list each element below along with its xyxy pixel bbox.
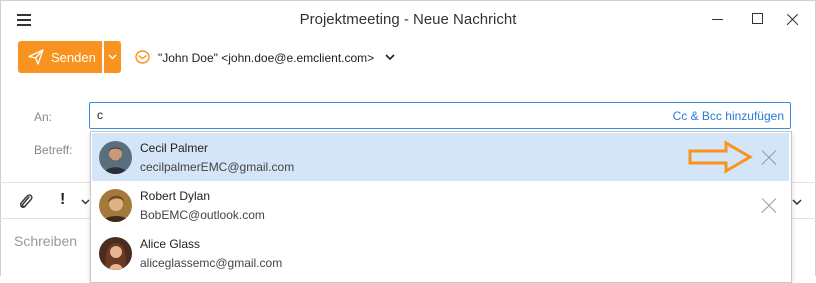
subject-label: Betreff: (34, 143, 73, 157)
suggestion-email: BobEMC@outlook.com (140, 208, 265, 222)
paperclip-icon[interactable] (18, 192, 34, 210)
remove-suggestion-icon[interactable] (759, 196, 779, 216)
chevron-down-icon (108, 54, 117, 60)
avatar (99, 141, 132, 174)
importance-chevron-icon[interactable] (81, 199, 90, 205)
send-button[interactable]: Senden (18, 41, 102, 73)
suggestion-name: Robert Dylan (140, 189, 211, 203)
to-field[interactable]: Cc & Bcc hinzufügen (89, 102, 791, 129)
title-bar: Projektmeeting - Neue Nachricht (0, 0, 816, 38)
minimize-icon[interactable] (700, 6, 734, 32)
suggestion-name: Alice Glass (140, 237, 201, 251)
suggestion-item[interactable]: Cecil Palmer cecilpalmerEMC@gmail.com (92, 133, 789, 181)
paper-plane-icon (28, 49, 44, 65)
suggestion-email: aliceglassemc@gmail.com (140, 256, 283, 270)
close-icon[interactable] (775, 6, 809, 32)
avatar (99, 189, 132, 222)
account-icon (135, 50, 150, 64)
importance-button[interactable]: ! (60, 191, 65, 209)
maximize-icon[interactable] (740, 6, 774, 32)
avatar (99, 237, 132, 270)
message-body-placeholder[interactable]: Schreiben (14, 233, 77, 249)
remove-suggestion-icon[interactable] (759, 148, 779, 168)
suggestion-name: Cecil Palmer (140, 141, 209, 155)
suggestion-item[interactable]: Robert Dylan BobEMC@outlook.com (92, 181, 789, 229)
orange-arrow-icon (688, 140, 753, 174)
window-title: Projektmeeting - Neue Nachricht (299, 11, 517, 28)
send-label: Senden (51, 50, 96, 65)
from-account[interactable]: "John Doe" <john.doe@e.emclient.com> (158, 51, 374, 65)
recipient-autocomplete: Cecil Palmer cecilpalmerEMC@gmail.com Ro… (90, 131, 792, 283)
add-cc-bcc-link[interactable]: Cc & Bcc hinzufügen (673, 109, 784, 123)
send-options-dropdown[interactable] (104, 41, 121, 73)
suggestion-email: cecilpalmerEMC@gmail.com (140, 160, 295, 174)
toolbar-chevron-down-icon[interactable] (792, 199, 802, 205)
suggestion-item[interactable]: Alice Glass aliceglassemc@gmail.com (92, 229, 789, 277)
to-label: An: (34, 110, 53, 124)
from-chevron-down-icon[interactable] (385, 54, 395, 61)
to-input[interactable] (97, 107, 497, 123)
